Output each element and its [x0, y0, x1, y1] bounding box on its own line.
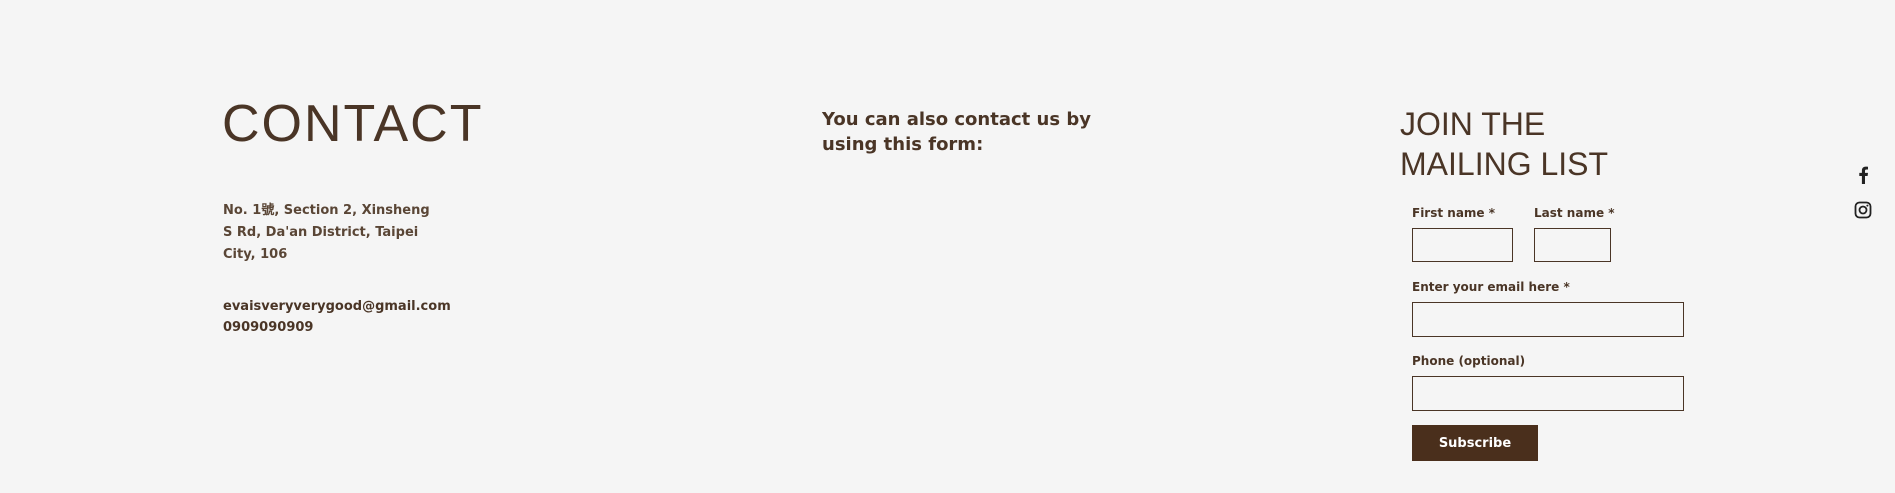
- contact-email: evaisveryverygood@gmail.com: [223, 299, 451, 314]
- instagram-icon[interactable]: [1853, 200, 1873, 220]
- first-name-input[interactable]: [1412, 228, 1513, 262]
- contact-phone: 0909090909: [223, 320, 314, 335]
- last-name-label: Last name *: [1534, 206, 1615, 220]
- email-input[interactable]: [1412, 302, 1684, 337]
- facebook-icon[interactable]: [1853, 165, 1873, 185]
- contact-address: No. 1號, Section 2, Xinsheng S Rd, Da'an …: [223, 203, 430, 262]
- contact-title: CONTACT: [222, 95, 484, 153]
- phone-label: Phone (optional): [1412, 354, 1526, 368]
- form-note: You can also contact us by using this fo…: [822, 109, 1091, 155]
- first-name-label: First name *: [1412, 206, 1496, 220]
- last-name-input[interactable]: [1534, 228, 1611, 262]
- email-label: Enter your email here *: [1412, 280, 1570, 294]
- phone-input[interactable]: [1412, 376, 1684, 411]
- mailing-list-title: JOIN THE MAILING LIST: [1400, 106, 1609, 182]
- subscribe-button[interactable]: Subscribe: [1412, 425, 1538, 461]
